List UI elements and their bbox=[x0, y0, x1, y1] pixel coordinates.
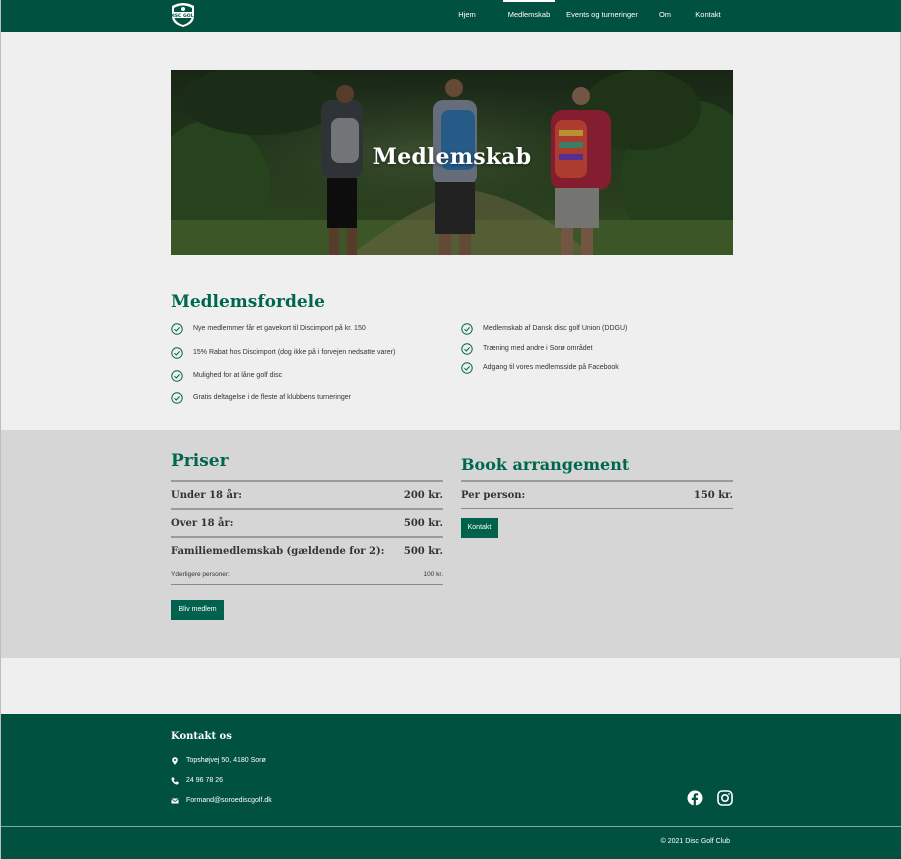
instagram-icon[interactable] bbox=[717, 790, 733, 806]
divider bbox=[171, 584, 443, 585]
nav-kontakt[interactable]: Kontakt bbox=[694, 0, 722, 32]
benefit-text: 15% Rabat hos Discimport (dog ikke på i … bbox=[193, 349, 396, 356]
divider bbox=[461, 480, 733, 482]
hero-banner: Medlemskab bbox=[171, 70, 733, 255]
divider bbox=[171, 536, 443, 538]
extra-price-label: Yderligere personer: bbox=[171, 571, 230, 578]
price-row: Over 18 år: 500 kr. bbox=[171, 517, 443, 531]
location-pin-icon bbox=[172, 757, 178, 765]
facebook-icon[interactable] bbox=[687, 790, 703, 806]
benefit-text: Gratis deltagelse i de fleste af klubben… bbox=[193, 394, 351, 401]
price-row: Under 18 år: 200 kr. bbox=[171, 489, 443, 503]
check-circle-icon bbox=[171, 370, 183, 382]
address-text: Topshøjvej 50, 4180 Sorø bbox=[186, 757, 266, 764]
check-circle-icon bbox=[461, 362, 473, 374]
check-circle-icon bbox=[171, 347, 183, 359]
benefits-title: Medlemsfordele bbox=[171, 292, 325, 312]
price-amount: 150 kr. bbox=[693, 490, 733, 501]
site-header: DISC GOLF Hjem Medlemskab Events og turn… bbox=[1, 0, 901, 32]
contact-button[interactable]: Kontakt bbox=[461, 518, 498, 538]
check-circle-icon bbox=[171, 323, 183, 335]
join-button[interactable]: Bliv medlem bbox=[171, 600, 224, 620]
divider bbox=[171, 480, 443, 482]
prices-title: Priser bbox=[171, 451, 229, 471]
prices-section bbox=[1, 430, 901, 658]
benefit-text: Mulighed for at låne golf disc bbox=[193, 372, 283, 379]
price-label: Over 18 år: bbox=[171, 518, 234, 529]
price-amount: 500 kr. bbox=[403, 518, 443, 529]
book-title: Book arrangement bbox=[461, 455, 630, 474]
hero-title: Medlemskab bbox=[372, 144, 532, 170]
envelope-icon bbox=[171, 798, 179, 804]
price-label: Familiemedlemskab (gældende for 2): bbox=[171, 546, 385, 557]
club-logo[interactable]: DISC GOLF bbox=[169, 2, 197, 28]
phone-icon bbox=[171, 777, 179, 785]
price-row: Familiemedlemskab (gældende for 2): 500 … bbox=[171, 545, 443, 559]
benefit-text: Træning med andre i Sorø området bbox=[483, 345, 593, 352]
extra-price-amount: 100 kr. bbox=[423, 571, 443, 578]
benefit-text: Adgang til vores medlemsside på Facebook bbox=[483, 364, 619, 371]
extra-price-row: Yderligere personer: 100 kr. bbox=[171, 570, 443, 580]
nav-om[interactable]: Om bbox=[657, 0, 673, 32]
price-label: Per person: bbox=[461, 490, 526, 501]
price-label: Under 18 år: bbox=[171, 490, 242, 501]
nav-hjem[interactable]: Hjem bbox=[456, 0, 478, 32]
phone-text[interactable]: 24 96 78 26 bbox=[186, 775, 223, 787]
price-amount: 500 kr. bbox=[403, 546, 443, 557]
divider bbox=[171, 508, 443, 510]
check-circle-icon bbox=[171, 392, 183, 404]
check-circle-icon bbox=[461, 343, 473, 355]
svg-text:DISC GOLF: DISC GOLF bbox=[169, 13, 197, 19]
footer-title: Kontakt os bbox=[171, 731, 232, 742]
check-circle-icon bbox=[461, 323, 473, 335]
site-footer bbox=[1, 714, 901, 859]
nav-medlemskab[interactable]: Medlemskab bbox=[503, 0, 555, 32]
benefit-text: Medlemskab af Dansk disc golf Union (DDG… bbox=[483, 325, 628, 332]
price-row: Per person: 150 kr. bbox=[461, 489, 733, 503]
nav-events[interactable]: Events og turneringer bbox=[564, 0, 640, 32]
email-text[interactable]: Formand@soroediscgolf.dk bbox=[186, 795, 272, 807]
price-amount: 200 kr. bbox=[403, 490, 443, 501]
divider bbox=[461, 508, 733, 509]
benefit-text: Nye medlemmer får et gavekort til Discim… bbox=[193, 325, 366, 332]
copyright-text: © 2021 Disc Golf Club bbox=[660, 838, 730, 845]
footer-divider bbox=[1, 826, 901, 827]
